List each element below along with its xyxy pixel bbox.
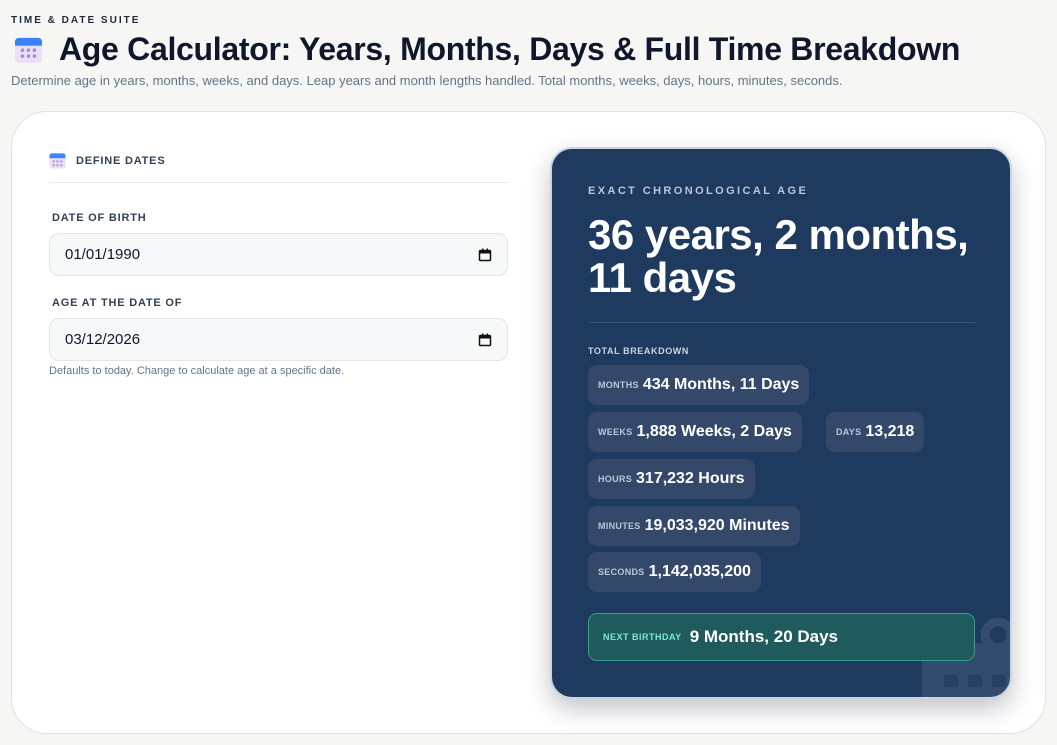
- dob-field[interactable]: 01/01/1990: [49, 233, 508, 276]
- section-header: DEFINE DATES: [49, 152, 508, 183]
- breakdown-title: TOTAL BREAKDOWN: [588, 346, 689, 356]
- page-title: Age Calculator: Years, Months, Days & Fu…: [59, 31, 961, 67]
- next-birthday-value: 9 Months, 20 Days: [689, 627, 839, 646]
- result-eyebrow: EXACT CHRONOLOGICAL AGE: [588, 185, 809, 197]
- breakdown-days: DAYS 13,218: [826, 412, 925, 452]
- section-title: DEFINE DATES: [76, 154, 166, 167]
- dob-value: 01/01/1990: [65, 246, 141, 263]
- calculator-card: DEFINE DATES DATE OF BIRTH 01/01/1990 AG…: [11, 111, 1046, 734]
- breakdown-minutes: MINUTES 19,033,920 Minutes: [588, 506, 800, 546]
- breakdown-hours: HOURS 317,232 Hours: [588, 459, 755, 499]
- asof-date-field[interactable]: 03/12/2026: [49, 318, 508, 361]
- page-subtitle: Determine age in years, months, weeks, a…: [11, 73, 843, 88]
- divider: [588, 322, 975, 323]
- date-hint: Defaults to today. Change to calculate a…: [49, 365, 345, 377]
- calendar-picker-icon[interactable]: [478, 333, 492, 347]
- suite-label: TIME & DATE SUITE: [11, 15, 141, 26]
- pill-label: WEEKS: [598, 427, 633, 437]
- calendar-icon: [49, 153, 66, 169]
- pill-label: SECONDS: [598, 567, 645, 577]
- result-panel: EXACT CHRONOLOGICAL AGE 36 years, 2 mont…: [550, 147, 1012, 699]
- calendar-picker-icon[interactable]: [478, 248, 492, 262]
- asof-label: AGE AT THE DATE OF: [52, 297, 183, 309]
- pill-value: 317,232 Hours: [636, 470, 745, 487]
- pill-value: 1,888 Weeks, 2 Days: [636, 423, 792, 440]
- dob-label: DATE OF BIRTH: [52, 212, 147, 224]
- pill-value: 434 Months, 11 Days: [642, 376, 800, 393]
- pill-label: MONTHS: [598, 380, 639, 390]
- pill-value: 1,142,035,200: [648, 563, 751, 580]
- asof-value: 03/12/2026: [65, 331, 141, 348]
- age-result: 36 years, 2 months, 11 days: [588, 211, 969, 301]
- pill-label: DAYS: [836, 427, 862, 437]
- date-inputs-panel: DEFINE DATES DATE OF BIRTH 01/01/1990 AG…: [49, 152, 508, 377]
- breakdown-months: MONTHS 434 Months, 11 Days: [588, 365, 810, 405]
- breakdown-seconds: SECONDS 1,142,035,200: [588, 552, 761, 592]
- next-birthday: NEXT BIRTHDAY 9 Months, 20 Days: [588, 613, 975, 661]
- page-header: Age Calculator: Years, Months, Days & Fu…: [14, 31, 960, 68]
- pill-value: 19,033,920 Minutes: [644, 517, 790, 534]
- next-birthday-label: NEXT BIRTHDAY: [603, 632, 682, 642]
- pill-label: MINUTES: [598, 521, 641, 531]
- pill-value: 13,218: [865, 423, 915, 440]
- calendar-icon: [14, 37, 43, 64]
- pill-label: HOURS: [598, 474, 633, 484]
- breakdown-weeks: WEEKS 1,888 Weeks, 2 Days: [588, 412, 802, 452]
